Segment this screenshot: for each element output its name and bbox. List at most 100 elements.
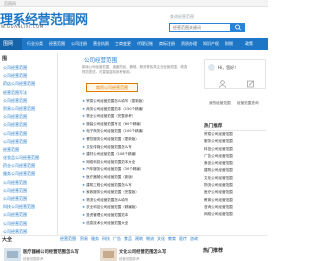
article-title[interactable]: 医疗器械公司经营范围怎么写 <box>23 249 79 255</box>
tag-link[interactable]: 物流 <box>146 236 154 242</box>
tag-link[interactable]: 经营范围 <box>60 236 76 242</box>
hot-item[interactable]: 服务公司经营范围 <box>204 138 266 145</box>
list-item[interactable]: ★ 建筑工程公司经营范围怎么写 <box>82 182 190 190</box>
greeting: Hi，您好！ <box>218 65 239 70</box>
hot-item[interactable]: 建筑公司经营范围 <box>204 167 266 174</box>
top-bar: 范围网 <box>0 0 268 7</box>
tag-link[interactable]: 服务 <box>91 236 99 242</box>
login-box: Hi，您好！ <box>204 59 266 89</box>
list-item[interactable]: ★ 家政服务公司经营范围（完整版） <box>82 189 190 197</box>
nav-item[interactable]: 行业分类 <box>27 38 43 50</box>
search-tips: 查询经营范围 <box>170 14 194 19</box>
site-logo[interactable]: 理系经营范围网 W.GUANLIXI.COM <box>0 9 110 31</box>
list-item[interactable]: ★ 电子商务公司经营范围（100个精编） <box>82 128 190 136</box>
avatar <box>208 64 215 71</box>
sidebar-item[interactable]: 服务公司经营范围 <box>0 170 57 178</box>
tag-link[interactable]: 广告 <box>113 236 121 242</box>
sidebar-item[interactable]: 贸易公司经营范围 <box>0 105 57 113</box>
sidebar-item[interactable]: 经营范围写法 <box>0 89 57 97</box>
article-subtitle: 经营范围参考 <box>119 257 140 261</box>
list-item[interactable]: ★ 网络科技公司经营范围范本大全 <box>82 159 190 167</box>
tag-link[interactable]: 文化 <box>157 236 165 242</box>
center-heading[interactable]: 公司经营范围 <box>84 56 117 64</box>
list-item[interactable]: ★ 物业公司经营范围（完整参考） <box>82 113 190 121</box>
search-input[interactable]: 经营范围关键词 <box>169 23 231 32</box>
sidebar-item[interactable]: 公司经营范围 <box>0 179 57 187</box>
article-title[interactable]: 文化公司经营范围怎么写 <box>119 249 166 255</box>
hot-item[interactable]: 贸易公司经营范围 <box>204 131 266 138</box>
sidebar-item[interactable]: 药店公司经营范围 <box>0 80 57 88</box>
article-subtitle: 经营范围参考 <box>23 257 44 261</box>
sidebar-item[interactable]: 药业公司经营范围 <box>0 162 57 170</box>
sidebar-item[interactable]: 经营范围 <box>0 146 57 154</box>
hot-item[interactable]: 网络公司经营范围 <box>204 211 266 218</box>
tag-link[interactable]: 医疗 <box>179 236 187 242</box>
nav-item[interactable]: 经营范围 <box>49 38 65 50</box>
sidebar-heading: 围 <box>2 56 8 62</box>
hot-item[interactable]: 文化公司经营范围 <box>204 175 266 182</box>
hot-item[interactable]: 广告公司经营范围 <box>204 153 266 160</box>
hot-item[interactable]: 物流公司经营范围 <box>204 182 266 189</box>
hot-item[interactable]: 医疗公司经营范围 <box>204 189 266 196</box>
article-thumbnail[interactable] <box>4 248 21 261</box>
tag-link[interactable]: 建筑 <box>135 236 143 242</box>
edit-icon[interactable] <box>243 80 258 88</box>
list-item[interactable]: ★ 商务公司经营范围范本（150个精编） <box>82 106 190 114</box>
category-tag[interactable]: 商贸公司经营范围 <box>86 83 138 92</box>
hot-item[interactable]: 科技公司经营范围 <box>204 146 266 153</box>
nav-item[interactable]: 知识产权 <box>203 38 219 50</box>
nav-item[interactable]: 代理记账 <box>137 38 153 50</box>
sidebar-item[interactable]: 公司经营范围 <box>0 72 57 80</box>
tag-link[interactable]: 科技 <box>102 236 110 242</box>
list-item[interactable]: ★ 服装公司经营范围写法（60个精编） <box>82 121 190 129</box>
tag-link[interactable]: 食品 <box>124 236 132 242</box>
scope-query-link[interactable]: 经营范围查询 <box>237 101 259 106</box>
hot-recommend: 热门推荐 贸易公司经营范围 服务公司经营范围 科技公司经营范围 广告公司经营范围… <box>204 123 266 219</box>
sidebar-item[interactable]: 化妆品公司经营范围 <box>0 154 57 162</box>
tag-link[interactable]: 咨询 <box>190 236 198 242</box>
tag-row: 经营范围 贸易 服务 科技 广告 食品 建筑 物流 文化 教育 医疗 咨询 <box>0 235 268 243</box>
nav-item[interactable]: 商标注册 <box>159 38 175 50</box>
tag-link[interactable]: 贸易 <box>80 236 88 242</box>
list-item[interactable]: ★ 餐饮服务公司经营范围（更新版） <box>82 136 190 144</box>
list-item[interactable]: ★ 建材公司经营范围（108个精编） <box>82 151 190 159</box>
sidebar-item[interactable]: 公司经营范围 <box>0 211 57 219</box>
main-nav: 围网 行业分类 经营范围 公司注册 营业执照 工商变更 代理记账 商标注册 资质… <box>0 38 268 50</box>
sidebar-item[interactable]: 公司经营范围 <box>0 130 57 138</box>
hot-item[interactable]: 食品公司经营范围 <box>204 160 266 167</box>
nav-home[interactable]: 围网 <box>0 38 22 50</box>
nav-item[interactable]: 财税 <box>225 38 233 50</box>
list-item[interactable]: ★ 医疗器械公司经营范围（新版） <box>82 174 190 182</box>
nav-item[interactable]: 公司注册 <box>71 38 87 50</box>
nav-item[interactable]: 工商变更 <box>115 38 131 50</box>
sidebar-item[interactable]: 科技公司经营范围 <box>0 203 57 211</box>
article-thumbnail[interactable] <box>100 248 117 261</box>
list-item[interactable]: ★ 贸易公司经营范围怎么填写（更新版） <box>82 98 190 106</box>
center-description: 新版公司经营范围，涵盖药品、器械、服务等各类企业经营范围，精选规范表述，可直接复… <box>82 65 188 74</box>
list-item[interactable]: ★ 农业科技公司经营范围（精编版） <box>82 204 190 212</box>
sidebar-item[interactable]: 公司经营范围 <box>0 64 57 72</box>
list-item[interactable]: ★ 信息技术公司经营范围大全 <box>82 220 190 228</box>
nav-item[interactable]: 资质办理 <box>181 38 197 50</box>
user-icon[interactable] <box>215 80 230 88</box>
tag-link[interactable]: 教育 <box>168 236 176 242</box>
list-item[interactable]: ★ 投资管理公司经营范围范本 <box>82 212 190 220</box>
hot-item[interactable]: 教育公司经营范围 <box>204 197 266 204</box>
sidebar-item[interactable]: 公司经营范围 <box>0 113 57 121</box>
list-item[interactable]: ★ 汽车服务公司经营范围（30个精编） <box>82 166 190 174</box>
search-placeholder: 经营范围关键词 <box>173 25 201 30</box>
sidebar-item[interactable]: 公司经营范围 <box>0 187 57 195</box>
sidebar-item[interactable]: 公司经营范围 <box>0 97 57 105</box>
sidebar-item[interactable]: 公司经营范围 <box>0 220 57 228</box>
list-item[interactable]: ★ 物流公司经营范围怎么填写 <box>82 197 190 205</box>
nav-item[interactable]: 政策 <box>245 38 253 50</box>
list-item[interactable]: ★ 文化传媒公司经营范围怎么写 <box>82 144 190 152</box>
search-button[interactable] <box>231 23 245 32</box>
sidebar-item[interactable]: 公司经营范围 <box>0 121 57 129</box>
sidebar-item[interactable]: 公司经营范围 <box>0 138 57 146</box>
article-list: ★ 贸易公司经营范围怎么填写（更新版） ★ 商务公司经营范围范本（150个精编）… <box>82 98 190 227</box>
sidebar-item[interactable]: 公司经营范围 <box>0 195 57 203</box>
hot-item[interactable]: 咨询公司经营范围 <box>204 204 266 211</box>
nav-item[interactable]: 营业执照 <box>93 38 109 50</box>
my-scope-link[interactable]: 我的经营范围 <box>209 101 231 106</box>
